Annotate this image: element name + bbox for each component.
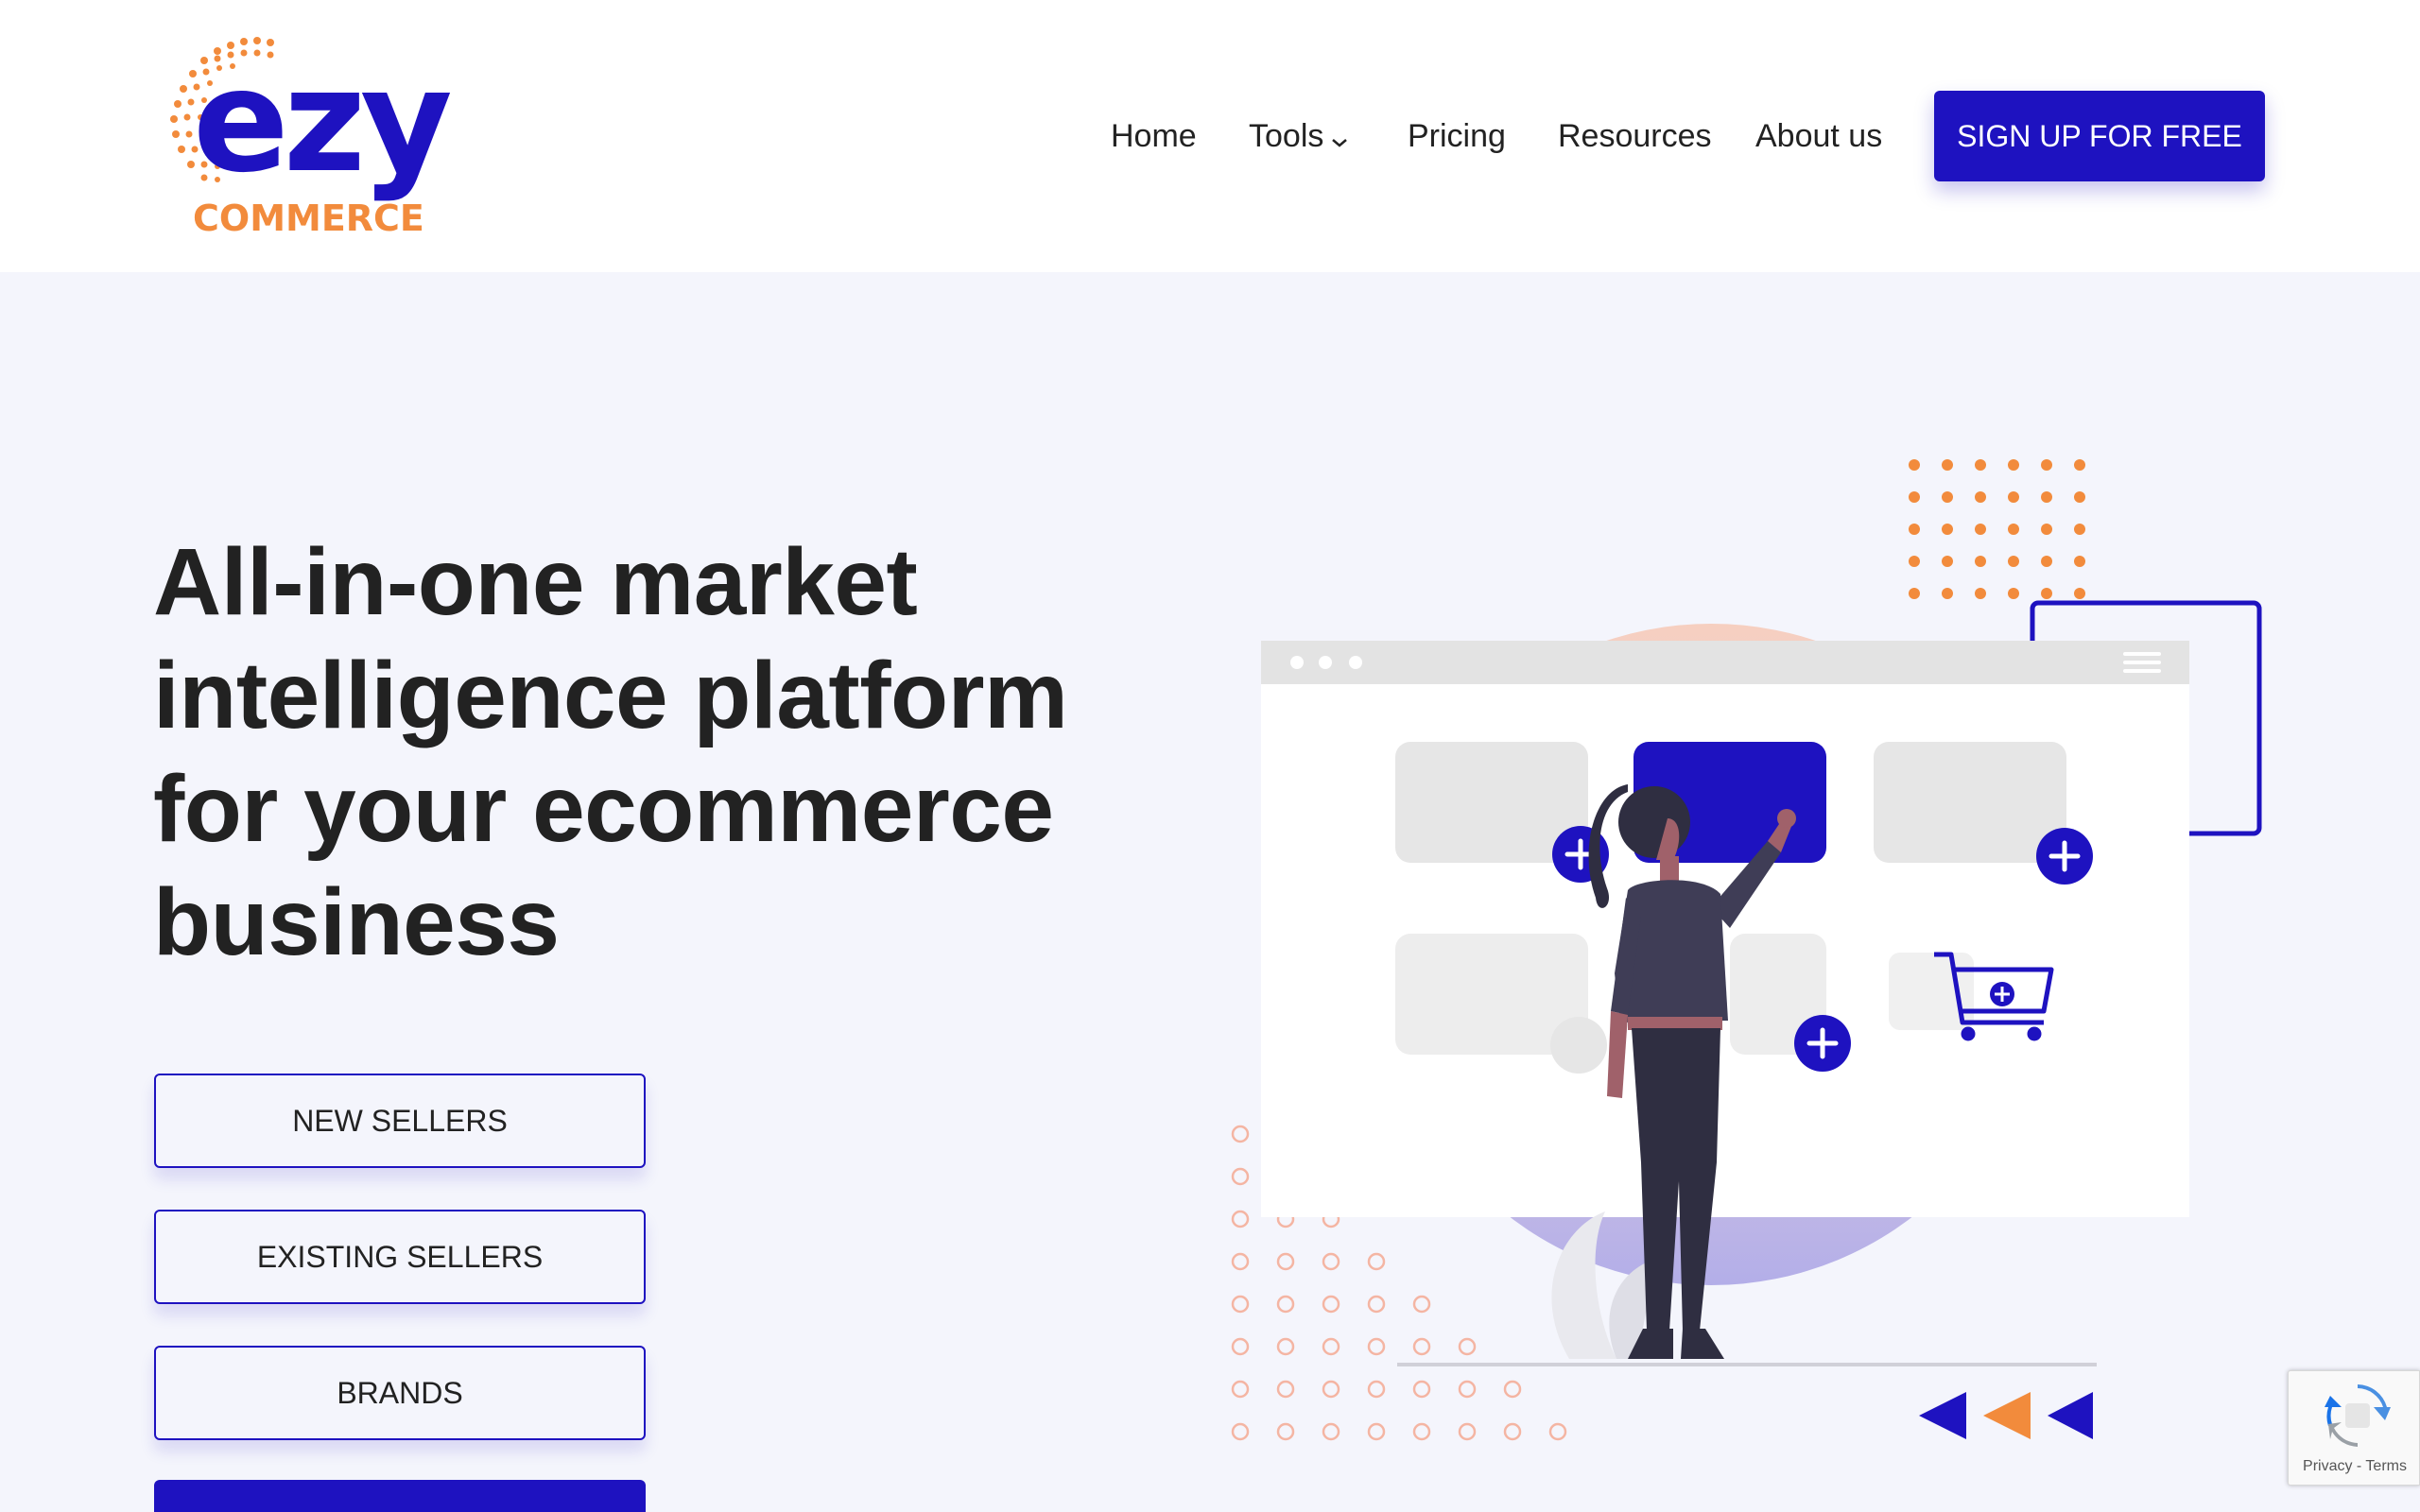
hero-title-line-1: All-in-one market [153,529,918,635]
plus-icon [2036,828,2093,885]
floor-line [1397,1363,2097,1366]
nav-pricing-label: Pricing [1408,118,1506,154]
hamburger-menu-icon [2123,652,2161,673]
existing-sellers-button[interactable]: EXISTING SELLERS [154,1210,646,1304]
nav-tools[interactable]: Tools [1249,106,1348,166]
primary-cta-button-partial[interactable] [154,1480,646,1512]
logo-subtitle: COMMERCE [193,198,424,239]
hero-title-line-2: intelligence platform [153,643,1068,748]
nav-tools-label: Tools [1249,118,1324,154]
site-header: ezy COMMERCE Home Tools Pricing Resource… [0,0,2420,272]
logo-wordmark: ezy [193,40,451,204]
nav-home[interactable]: Home [1111,106,1197,166]
nav-about-us-label: About us [1755,118,1883,154]
arrow-left-icon [1919,1392,2093,1439]
plus-icon [1794,1015,1851,1072]
new-sellers-button[interactable]: NEW SELLERS [154,1074,646,1168]
nav-about-us[interactable]: About us [1755,106,1882,166]
hero-title-line-4: business [153,869,560,975]
brands-button[interactable]: BRANDS [154,1346,646,1440]
hero-title: All-in-one market intelligence platform … [153,525,1117,979]
nav-pricing[interactable]: Pricing [1408,106,1506,166]
orange-dot-grid [1909,459,2085,599]
logo-graphic: ezy COMMERCE [170,37,457,239]
browser-window [1261,641,2189,1217]
sign-up-button[interactable]: SIGN UP FOR FREE [1934,91,2265,181]
hero-title-line-3: for your ecommerce [153,756,1054,862]
hero-illustration [1219,444,2288,1465]
ezy-commerce-logo[interactable]: ezy COMMERCE [151,32,548,249]
nav-resources[interactable]: Resources [1558,106,1712,166]
recaptcha-badge[interactable]: Privacy - Terms [2288,1370,2420,1486]
nav-home-label: Home [1111,118,1197,154]
chevron-down-icon [1331,108,1348,168]
nav-resources-label: Resources [1558,118,1712,154]
recaptcha-icon [2325,1383,2391,1449]
recaptcha-links[interactable]: Privacy - Terms [2289,1458,2420,1475]
